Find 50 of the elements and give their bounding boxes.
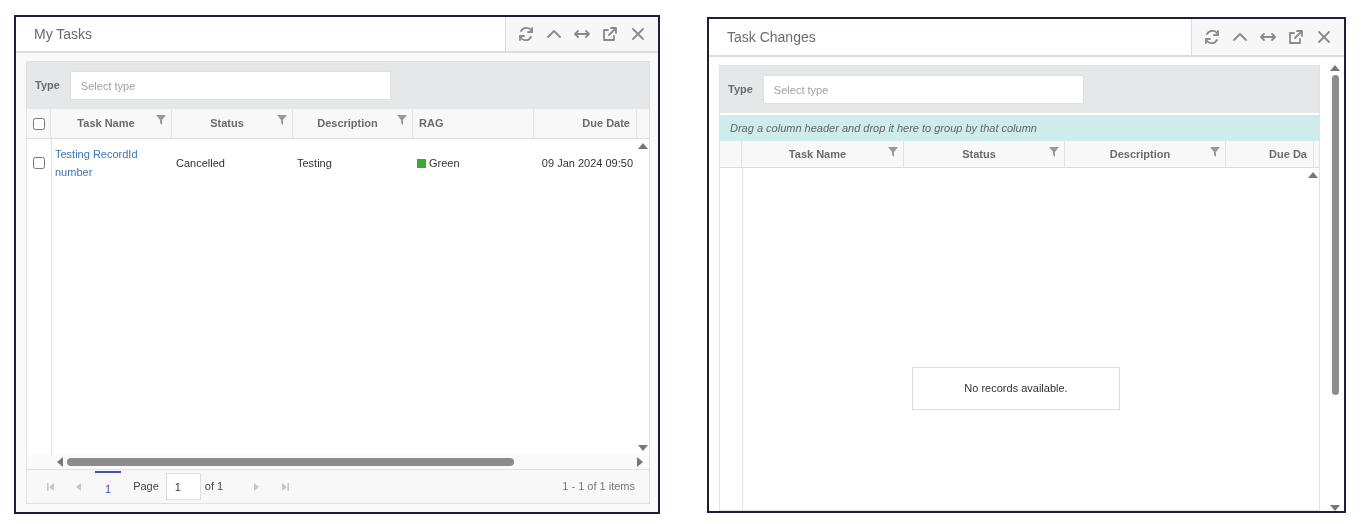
close-button[interactable]	[1316, 29, 1332, 45]
type-select-field[interactable]: Select type	[762, 75, 1084, 104]
close-button[interactable]	[630, 26, 646, 42]
scroll-right-icon[interactable]	[637, 457, 643, 467]
filter-label: Type	[728, 82, 753, 98]
filter-icon[interactable]	[1049, 147, 1059, 157]
scroll-left-icon[interactable]	[57, 457, 63, 467]
pager-summary: 1 - 1 of 1 items	[562, 479, 636, 495]
column-header[interactable]: Due Da	[1226, 141, 1314, 167]
scrollbar-thumb[interactable]	[1331, 75, 1339, 395]
scroll-up-icon[interactable]	[1308, 172, 1318, 178]
table-cell-text: Cancelled	[176, 156, 225, 171]
page-input[interactable]: 1	[165, 473, 201, 500]
filter-icon[interactable]	[156, 115, 166, 125]
column-header[interactable]: Task Name	[742, 141, 904, 167]
column-header[interactable]: Status	[904, 141, 1065, 167]
filter-label: Type	[35, 78, 60, 94]
filter-icon[interactable]	[277, 115, 287, 125]
column-header[interactable]: RAG	[413, 109, 534, 138]
scrollbar-thumb[interactable]	[67, 458, 515, 466]
popout-button[interactable]	[1288, 29, 1304, 45]
table-cell-text: 09 Jan 2024 09:50	[541, 156, 633, 171]
popout-button[interactable]	[602, 26, 618, 42]
filter-icon[interactable]	[1210, 147, 1220, 157]
select-all-checkbox[interactable]	[32, 117, 45, 130]
panel-title: Task Changes	[726, 27, 817, 47]
scroll-up-icon[interactable]	[1330, 65, 1340, 71]
column-header[interactable]: Status	[172, 109, 293, 138]
column-header[interactable]: Task Name	[51, 109, 172, 138]
group-drop-area: Drag a column header and drop it here to group by that column	[720, 115, 1319, 141]
refresh-button[interactable]	[518, 26, 534, 42]
filter-icon[interactable]	[397, 115, 407, 125]
empty-message: No records available.	[912, 367, 1120, 410]
table-cell-text: Testing	[297, 156, 332, 171]
task-link[interactable]: Testing RecordId number	[55, 145, 168, 181]
column-header[interactable]: Description	[293, 109, 413, 138]
status-text: Green	[429, 156, 460, 171]
panel-title: My Tasks	[33, 24, 94, 44]
filter-icon[interactable]	[888, 147, 898, 157]
scroll-down-icon[interactable]	[638, 445, 648, 451]
page-label: Page	[133, 479, 159, 495]
row-checkbox[interactable]	[33, 157, 45, 169]
page-count: of 1	[204, 479, 224, 495]
refresh-button[interactable]	[1204, 29, 1220, 45]
scroll-down-icon[interactable]	[1330, 505, 1340, 511]
page-number-button[interactable]: 1	[95, 471, 122, 502]
type-select-field[interactable]: Select type	[69, 71, 391, 100]
column-header[interactable]: Description	[1065, 141, 1226, 167]
scroll-up-icon[interactable]	[638, 143, 648, 149]
column-header[interactable]: Due Date	[534, 109, 637, 138]
